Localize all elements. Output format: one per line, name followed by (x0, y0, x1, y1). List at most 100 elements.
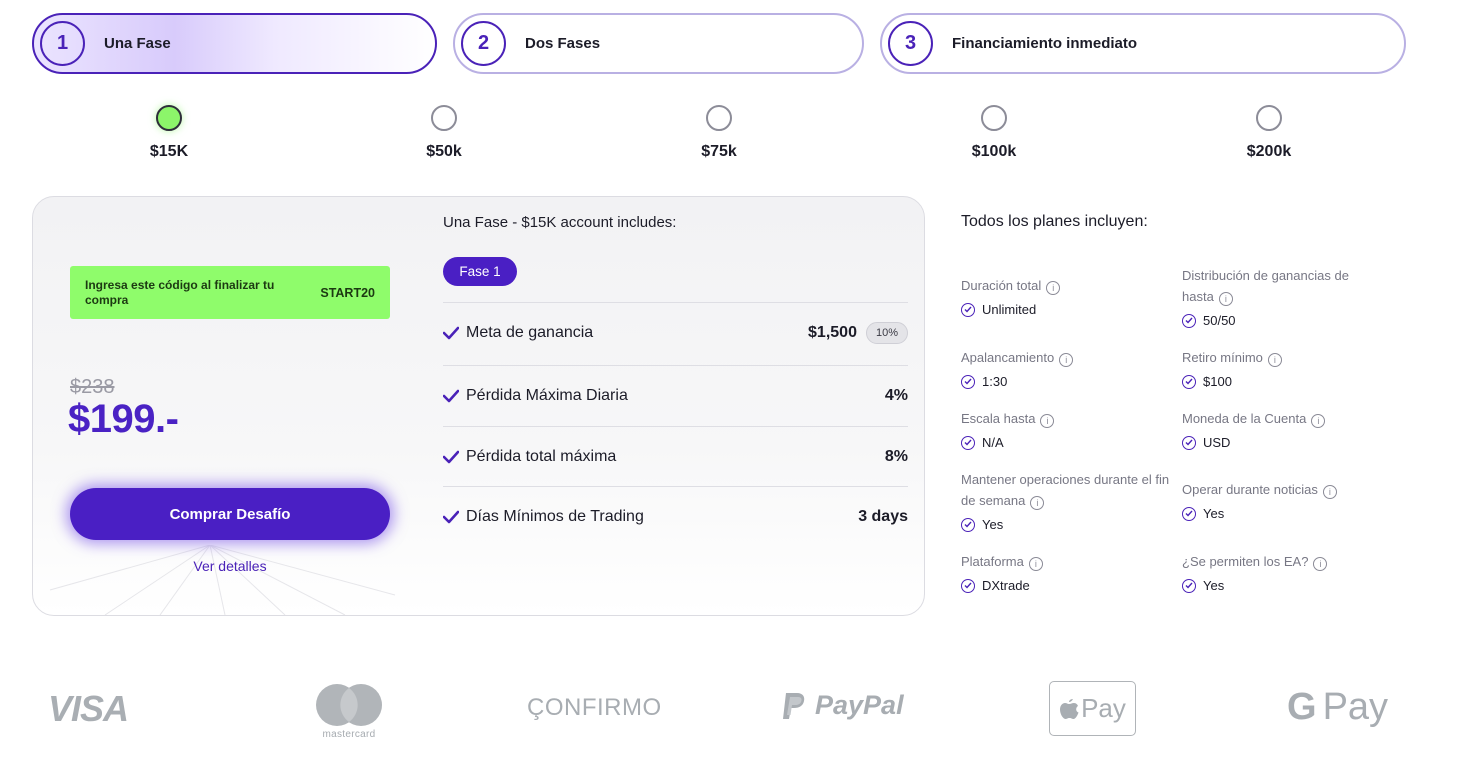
feature-item: ¿Se permiten los EA? i Yes (1182, 551, 1382, 593)
paypal-logo: PayPal (781, 690, 904, 721)
feature-value: 50/50 (1203, 313, 1236, 328)
rule-value: 3 days (858, 508, 908, 525)
rule-label: Días Mínimos de Trading (466, 508, 644, 525)
check-circle-icon (961, 578, 975, 593)
size-option-100k[interactable]: $100k (934, 105, 1054, 161)
confirmo-logo: ÇONFIRMO (527, 694, 662, 721)
feature-label: Escala hasta (961, 411, 1036, 426)
feature-value: Yes (1203, 578, 1225, 593)
tab-financiamiento-inmediato[interactable]: 3 Financiamiento inmediato (880, 13, 1406, 74)
visa-logo: VISA (48, 688, 129, 729)
feature-label: Duración total (961, 278, 1042, 293)
feature-label: Operar durante noticias (1182, 482, 1318, 497)
decorative-rays (49, 545, 396, 615)
feature-item: Operar durante noticias i Yes (1182, 479, 1382, 521)
feature-value: $100 (1203, 374, 1232, 389)
check-icon (443, 389, 459, 403)
radio-button[interactable] (431, 105, 457, 131)
apple-pay-text: Pay (1081, 693, 1126, 723)
phase-number: 1 (40, 21, 85, 66)
check-circle-icon (1182, 578, 1196, 593)
check-circle-icon (1182, 506, 1196, 521)
feature-item: Mantener operaciones durante el fin de s… (961, 469, 1173, 532)
feature-value: 1:30 (982, 374, 1008, 389)
phase-badge: Fase 1 (443, 257, 517, 286)
check-circle-icon (961, 302, 975, 317)
feature-label: Plataforma (961, 554, 1024, 569)
tab-dos-fases[interactable]: 2 Dos Fases (453, 13, 864, 74)
rule-value: $1,500 (808, 324, 857, 341)
tab-una-fase[interactable]: 1 Una Fase (32, 13, 437, 74)
feature-value: DXtrade (982, 578, 1030, 593)
radio-button[interactable] (156, 105, 182, 131)
google-pay-logo: G Pay (1287, 686, 1388, 729)
rule-row: Pérdida Máxima Diaria 4% (443, 365, 908, 426)
info-icon[interactable]: i (1322, 485, 1337, 499)
current-price: $199.- (68, 397, 179, 441)
info-icon[interactable]: i (1059, 353, 1074, 367)
size-option-15k[interactable]: $15K (109, 105, 229, 161)
tab-label: Dos Fases (525, 35, 601, 52)
tab-label: Financiamiento inmediato (952, 35, 1138, 52)
feature-item: Apalancamiento i 1:30 (961, 347, 1161, 389)
feature-item: Duración total i Unlimited (961, 275, 1161, 317)
size-label: $50k (426, 143, 462, 160)
check-circle-icon (1182, 313, 1196, 328)
coupon-banner: Ingresa este código al finalizar tu comp… (70, 266, 390, 319)
buy-challenge-button[interactable]: Comprar Desafío (70, 488, 390, 540)
size-option-75k[interactable]: $75k (659, 105, 779, 161)
check-icon (443, 510, 459, 524)
rule-row: Días Mínimos de Trading 3 days (443, 486, 908, 547)
feature-item: Retiro mínimo i $100 (1182, 347, 1382, 389)
view-details-link[interactable]: Ver detalles (70, 558, 390, 574)
info-icon[interactable]: i (1040, 414, 1055, 428)
size-option-50k[interactable]: $50k (384, 105, 504, 161)
info-icon[interactable]: i (1313, 557, 1328, 571)
rule-label: Pérdida total máxima (466, 448, 617, 465)
size-label: $200k (1246, 143, 1292, 160)
google-g-icon: G (1287, 686, 1317, 728)
radio-button[interactable] (981, 105, 1007, 131)
feature-item: Distribución de ganancias de hasta i 50/5… (1182, 265, 1372, 328)
feature-item: Moneda de la Cuenta i USD (1182, 408, 1382, 450)
feature-item: Plataforma i DXtrade (961, 551, 1161, 593)
apple-icon (1060, 698, 1079, 719)
info-icon[interactable]: i (1267, 353, 1282, 367)
rule-label: Pérdida Máxima Diaria (466, 387, 628, 404)
check-circle-icon (961, 374, 975, 389)
paypal-p-icon (783, 692, 805, 719)
check-circle-icon (961, 517, 975, 532)
radio-button[interactable] (1256, 105, 1282, 131)
old-price: $238 (70, 376, 115, 398)
check-circle-icon (1182, 374, 1196, 389)
rule-row: Meta de ganancia $1,500 10% (443, 302, 908, 363)
feature-label: Distribución de ganancias de hasta (1182, 268, 1349, 304)
rule-value: 4% (884, 387, 908, 404)
radio-button[interactable] (706, 105, 732, 131)
info-icon[interactable]: i (1218, 292, 1233, 306)
check-icon (443, 450, 459, 464)
feature-value: USD (1203, 435, 1231, 450)
all-plans-title: Todos los planes incluyen: (961, 213, 1148, 230)
rule-label: Meta de ganancia (466, 324, 594, 341)
info-icon[interactable]: i (1028, 557, 1043, 571)
percent-pill: 10% (865, 322, 908, 344)
feature-value: Yes (982, 517, 1004, 532)
size-option-200k[interactable]: $200k (1209, 105, 1329, 161)
apple-pay-logo: Pay (1049, 681, 1136, 736)
feature-label: Retiro mínimo (1182, 350, 1263, 365)
feature-item: Escala hasta i N/A (961, 408, 1161, 450)
info-icon[interactable]: i (1046, 281, 1061, 295)
size-label: $100k (971, 143, 1017, 160)
coupon-text: Ingresa este código al finalizar tu comp… (85, 277, 275, 307)
phase-number: 2 (461, 21, 506, 66)
feature-label: Mantener operaciones durante el fin de s… (961, 472, 1170, 508)
coupon-code[interactable]: START20 (320, 286, 375, 300)
info-icon[interactable]: i (1311, 414, 1326, 428)
feature-label: Apalancamiento (961, 350, 1055, 365)
check-circle-icon (961, 435, 975, 450)
phase-number: 3 (888, 21, 933, 66)
info-icon[interactable]: i (1030, 496, 1045, 510)
feature-value: Unlimited (982, 302, 1037, 317)
feature-label: Moneda de la Cuenta (1182, 411, 1307, 426)
